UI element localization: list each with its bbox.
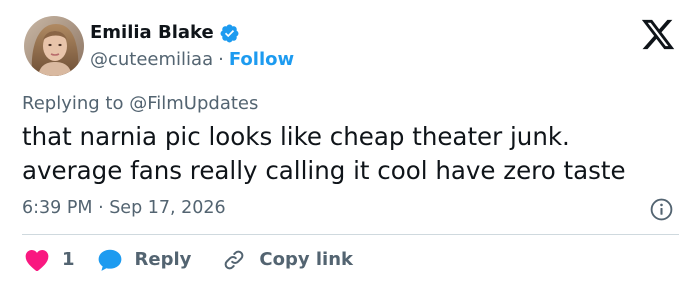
reply-bubble-icon [97, 248, 123, 272]
follow-button[interactable]: Follow [229, 48, 294, 72]
link-icon [221, 248, 247, 272]
like-button[interactable]: 1 [24, 248, 75, 272]
tweet-line: that narnia pic looks like cheap theater… [22, 122, 570, 151]
author-name-row: Emilia Blake [90, 21, 240, 45]
replying-to: Replying to @FilmUpdates [22, 92, 258, 116]
x-logo-icon[interactable] [640, 18, 676, 51]
author-handle-row: @cuteemiliaa · Follow [90, 48, 294, 72]
tweet-text: that narnia pic looks like cheap theater… [22, 120, 682, 188]
heart-icon [24, 248, 50, 272]
copy-link-label: Copy link [259, 249, 353, 270]
replying-to-prefix: Replying to [22, 93, 124, 114]
author-handle[interactable]: @cuteemiliaa [90, 48, 213, 72]
mention-link[interactable]: @FilmUpdates [129, 93, 258, 114]
divider [22, 234, 679, 235]
like-count: 1 [62, 249, 75, 270]
author-display-name[interactable]: Emilia Blake [90, 21, 214, 45]
tweet-line: average fans really calling it cool have… [22, 156, 626, 185]
separator-dot: · [218, 49, 224, 70]
info-icon[interactable] [649, 197, 674, 222]
avatar[interactable] [24, 16, 84, 76]
tweet-card: Emilia Blake @cuteemiliaa · Follow Reply… [0, 0, 700, 287]
tweet-timestamp[interactable]: 6:39 PM · Sep 17, 2026 [22, 196, 226, 220]
reply-label: Reply [134, 249, 192, 270]
verified-badge-icon [219, 23, 240, 44]
copy-link-button[interactable]: Copy link [221, 248, 353, 272]
reply-button[interactable]: Reply [97, 248, 192, 272]
action-bar: 1 Reply Copy link [24, 247, 353, 273]
